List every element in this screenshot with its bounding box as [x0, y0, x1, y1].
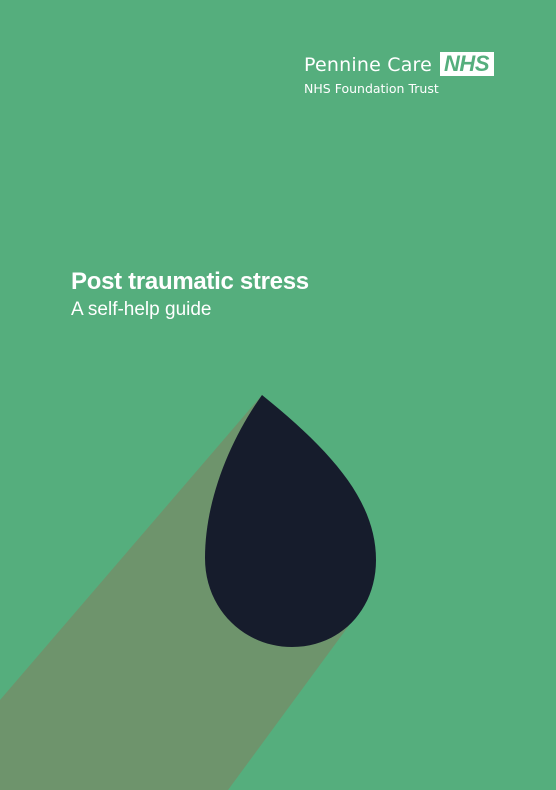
nhs-logo: NHS: [440, 52, 494, 76]
page-title: Post traumatic stress: [71, 268, 309, 295]
guide-cover: Pennine Care NHS NHS Foundation Trust Pos…: [0, 0, 556, 790]
organisation-name: Pennine Care: [304, 54, 433, 76]
trust-line: NHS Foundation Trust: [304, 81, 439, 96]
page-subtitle: A self-help guide: [71, 299, 212, 320]
cover-illustration: [0, 395, 376, 790]
organisation-block: Pennine Care NHS NHS Foundation Trust: [304, 52, 494, 97]
